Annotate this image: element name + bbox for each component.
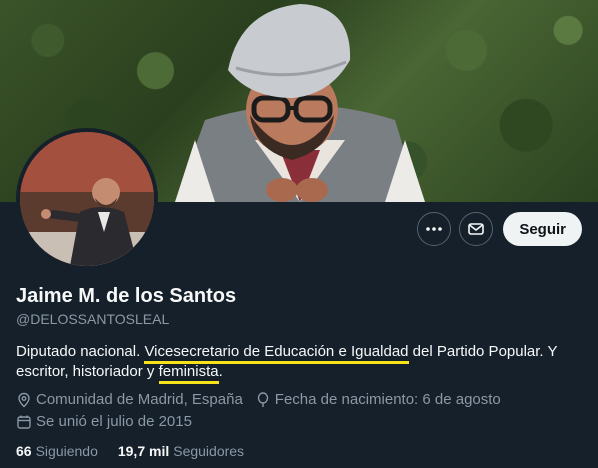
birthday-item: Fecha de nacimiento: 6 de agosto [255,389,501,411]
profile-actions: Seguir [417,212,582,246]
location-pin-icon [18,392,30,408]
profile-avatar[interactable] [16,128,158,270]
mail-icon [468,223,485,235]
profile-bio: Diputado nacional. Vicesecretario de Edu… [16,342,582,384]
following-label: Siguiendo [35,443,98,459]
followers-count: 19,7 mil [117,443,170,459]
avatar-photo [20,132,154,266]
joined-text: Se unió el julio de 2015 [36,413,192,430]
joined-item: Se unió el julio de 2015 [16,411,192,433]
birthday-text: Fecha de nacimiento: 6 de agosto [274,391,501,408]
more-icon [426,227,443,231]
follow-button[interactable]: Seguir [503,212,582,246]
following-link[interactable]: 66 Siguiendo [16,443,98,459]
profile-handle: @DELOSSANTOSLEAL [16,311,170,327]
more-button[interactable] [417,212,452,246]
profile-meta: Comunidad de Madrid, España Fecha de nac… [16,389,582,433]
bio-text: Diputado nacional. [16,343,145,360]
bio-highlight-role: Vicesecretario de Educación e Igualdad [144,343,409,364]
message-button[interactable] [459,212,494,246]
balloon-icon [257,392,268,407]
bio-highlight-feminista: feminista [158,363,219,384]
calendar-icon [17,415,31,429]
profile-stats: 66 Siguiendo 19,7 mil Seguidores [16,443,244,459]
followers-label: Seguidores [173,443,245,459]
bio-text: . [218,363,223,380]
location-text: Comunidad de Madrid, España [36,391,243,408]
followers-link[interactable]: 19,7 mil Seguidores [118,443,244,459]
profile-name: Jaime M. de los Santos [16,285,237,307]
location-item: Comunidad de Madrid, España [16,389,243,411]
following-count: 66 [16,443,32,459]
